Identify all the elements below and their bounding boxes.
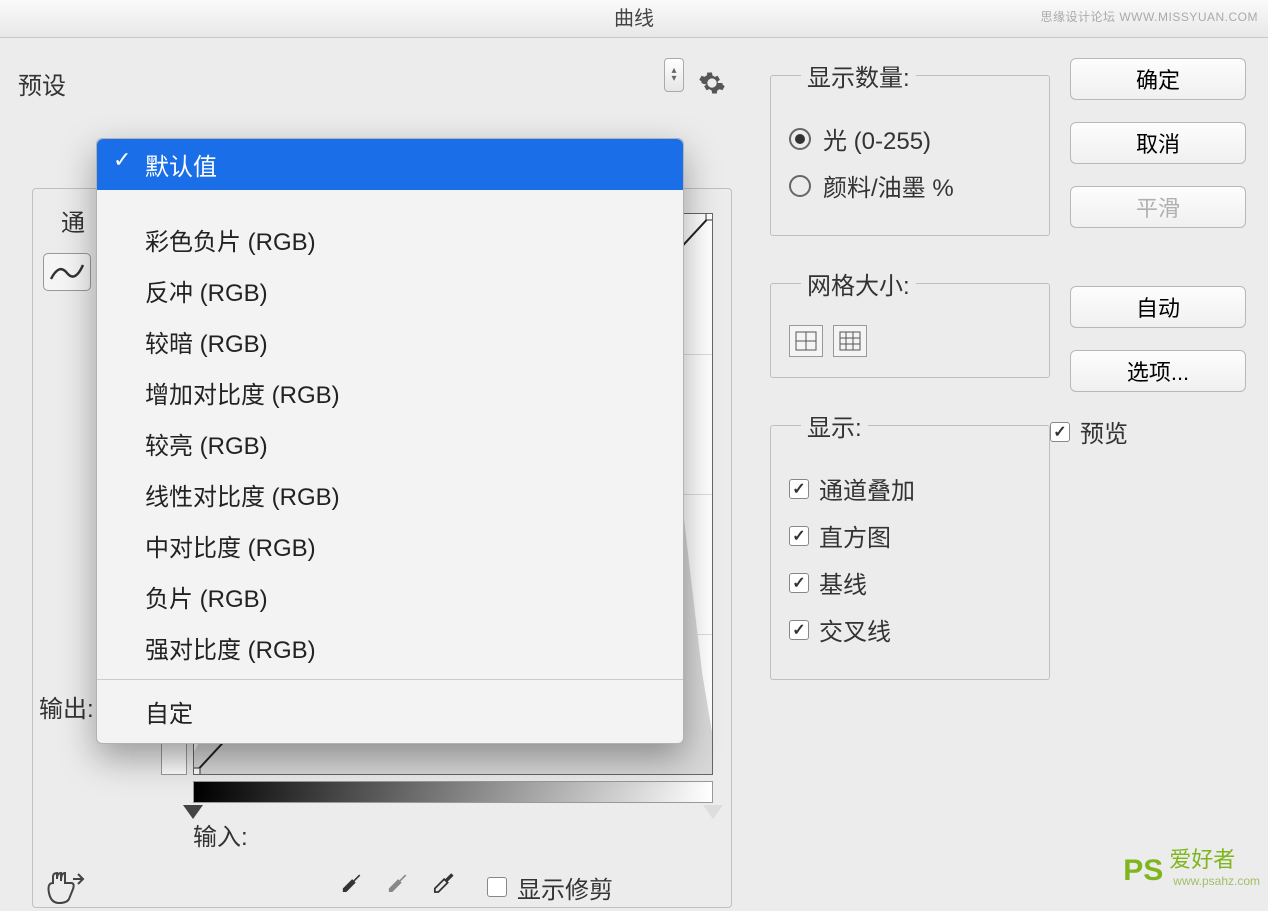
preset-option-color-negative[interactable]: 彩色负片 (RGB) <box>97 214 683 265</box>
dropdown-separator <box>97 679 683 680</box>
ok-button[interactable]: 确定 <box>1070 58 1246 100</box>
display-options-panel: 显示: 通道叠加 直方图 基线 交叉线 <box>770 408 1050 680</box>
preview-label: 预览 <box>1080 414 1128 449</box>
preset-stepper[interactable] <box>664 58 684 92</box>
watermark-cn: 爱好者 <box>1169 842 1260 874</box>
radio-pigment[interactable] <box>789 175 811 197</box>
white-point-slider[interactable] <box>703 805 723 819</box>
preset-gear-icon[interactable] <box>694 65 730 101</box>
check-histogram[interactable] <box>789 526 809 546</box>
preset-option-linear-contrast[interactable]: 线性对比度 (RGB) <box>97 469 683 520</box>
watermark-bottom: PS 爱好者 www.psahz.com <box>1123 842 1260 888</box>
preset-option-custom[interactable]: 自定 <box>97 686 683 737</box>
preset-option-lighter[interactable]: 较亮 (RGB) <box>97 418 683 469</box>
output-label: 输出: <box>39 689 94 724</box>
hand-adjust-icon[interactable] <box>43 869 87 905</box>
check-intersection[interactable] <box>789 620 809 640</box>
watermark-top: 思缘设计论坛 WWW.MISSYUAN.COM <box>1041 8 1259 25</box>
display-amount-legend: 显示数量: <box>801 58 916 93</box>
preset-option-default[interactable]: 默认值 <box>97 139 683 190</box>
grid-large-button[interactable] <box>833 325 867 357</box>
display-options-legend: 显示: <box>801 408 868 443</box>
show-clipping-checkbox[interactable] <box>487 877 507 897</box>
check-intersection-label: 交叉线 <box>819 612 891 647</box>
curve-draw-tool[interactable] <box>43 253 91 291</box>
grid-small-button[interactable] <box>789 325 823 357</box>
check-channel-overlay[interactable] <box>789 479 809 499</box>
channel-label-partial: 通 <box>61 203 85 238</box>
radio-light-label: 光 (0-255) <box>823 121 931 156</box>
check-histogram-label: 直方图 <box>819 518 891 553</box>
preset-option-strong-contrast[interactable]: 强对比度 (RGB) <box>97 622 683 673</box>
preset-label: 预设 <box>18 66 66 101</box>
options-button[interactable]: 选项... <box>1070 350 1246 392</box>
eyedropper-black-icon[interactable] <box>337 871 369 903</box>
auto-button[interactable]: 自动 <box>1070 286 1246 328</box>
preset-option-cross-process[interactable]: 反冲 (RGB) <box>97 265 683 316</box>
watermark-logo: PS <box>1123 854 1163 888</box>
radio-pigment-label: 颜料/油墨 % <box>823 168 954 203</box>
eyedropper-gray-icon[interactable] <box>383 871 415 903</box>
grid-size-panel: 网格大小: <box>770 266 1050 378</box>
check-baseline-label: 基线 <box>819 565 867 600</box>
window-title: 曲线 <box>614 8 654 30</box>
radio-light[interactable] <box>789 128 811 150</box>
input-label: 输入: <box>193 817 248 852</box>
show-clipping-label: 显示修剪 <box>517 870 613 905</box>
preset-option-medium-contrast[interactable]: 中对比度 (RGB) <box>97 520 683 571</box>
check-channel-overlay-label: 通道叠加 <box>819 471 915 506</box>
preset-dropdown[interactable]: 默认值 彩色负片 (RGB) 反冲 (RGB) 较暗 (RGB) 增加对比度 (… <box>96 138 684 744</box>
grid-size-legend: 网格大小: <box>801 266 916 301</box>
preset-option-increase-contrast[interactable]: 增加对比度 (RGB) <box>97 367 683 418</box>
cancel-button[interactable]: 取消 <box>1070 122 1246 164</box>
preview-checkbox[interactable] <box>1050 422 1070 442</box>
watermark-url: www.psahz.com <box>1173 874 1260 888</box>
input-gradient <box>193 781 713 803</box>
check-baseline[interactable] <box>789 573 809 593</box>
eyedropper-white-icon[interactable] <box>429 871 461 903</box>
smooth-button[interactable]: 平滑 <box>1070 186 1246 228</box>
preset-option-darker[interactable]: 较暗 (RGB) <box>97 316 683 367</box>
preset-option-negative[interactable]: 负片 (RGB) <box>97 571 683 622</box>
display-amount-panel: 显示数量: 光 (0-255) 颜料/油墨 % <box>770 58 1050 236</box>
